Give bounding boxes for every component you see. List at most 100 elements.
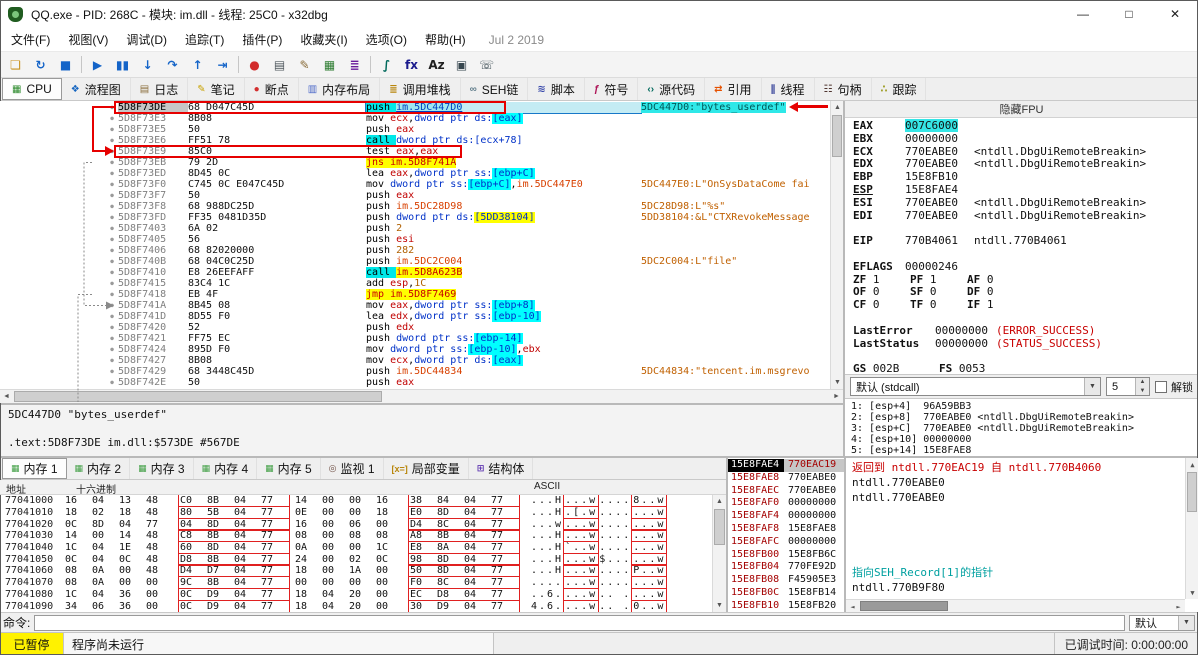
disasm-row[interactable]: ● 5D8F7424 895D F0 mov dword ptr ss:[ebp-10…: [0, 344, 830, 355]
log-button[interactable]: ▤: [267, 53, 292, 76]
stack-row[interactable]: 15E8FAF8 15E8FAE8: [728, 523, 844, 536]
dump-row[interactable]: 77041070 08 0A 00 00 9C 8B 04 77 00 00 00 00 F0 8C 04 77…: [0, 576, 712, 590]
tab-dump-3[interactable]: ▦ 内存 3: [130, 458, 194, 479]
breakpoint-dot-icon[interactable]: ●: [96, 135, 118, 146]
scroll-right-icon[interactable]: ►: [1172, 600, 1185, 613]
breakpoint-dot-icon[interactable]: ●: [96, 223, 118, 234]
scrollbar-thumb[interactable]: [14, 391, 382, 402]
tab-dump-5[interactable]: ▦ 内存 5: [257, 458, 321, 479]
tab-source[interactable]: ‹› 源代码: [638, 78, 706, 100]
stack-row[interactable]: 15E8FB04 770FE92D: [728, 561, 844, 574]
breakpoint-dot-icon[interactable]: ●: [96, 102, 118, 113]
step-out-button[interactable]: ↑: [185, 53, 210, 76]
chevron-down-icon[interactable]: ▼: [1084, 378, 1100, 395]
disasm-vertical-scrollbar[interactable]: ▲ ▼: [830, 101, 843, 389]
tab-memory-map[interactable]: ▥ 内存布局: [299, 78, 381, 100]
menu-item-file[interactable]: 文件(F): [2, 28, 59, 51]
disasm-row[interactable]: ● 5D8F73FD FF35 0481D35D push dword ptr ds:…: [0, 212, 830, 223]
disasm-row[interactable]: ● 5D8F73ED 8D45 0C lea eax,dword ptr ss:[eb…: [0, 168, 830, 179]
stack-row[interactable]: 15E8FAF0 00000000: [728, 497, 844, 510]
tab-references[interactable]: ⇄ 引用: [705, 78, 762, 100]
tab-call-stack[interactable]: ≣ 调用堆栈: [380, 78, 461, 100]
stack-info-vertical-scrollbar[interactable]: ▲ ▼: [1185, 458, 1198, 599]
scrollbar-thumb[interactable]: [1187, 472, 1197, 512]
close-button[interactable]: ✕: [1152, 0, 1198, 28]
breakpoint-dot-icon[interactable]: ●: [96, 300, 118, 311]
breakpoint-dot-icon[interactable]: ●: [96, 212, 118, 223]
functions-button[interactable]: fx: [399, 53, 424, 76]
scroll-left-icon[interactable]: ◄: [846, 600, 859, 613]
disasm-row[interactable]: ● 5D8F7421 FF75 EC push dword ptr ss:[ebp-1…: [0, 333, 830, 344]
spin-up-icon[interactable]: ▲: [1140, 379, 1146, 385]
breakpoint-dot-icon[interactable]: ●: [96, 256, 118, 267]
minimize-button[interactable]: —: [1060, 0, 1106, 28]
pause-button[interactable]: ▮▮: [110, 53, 135, 76]
breakpoint-dot-icon[interactable]: ●: [96, 113, 118, 124]
register-row-EIP[interactable]: EIP 770B4061 ntdll.770B4061: [853, 234, 1198, 248]
breakpoint-dot-icon[interactable]: ●: [96, 124, 118, 135]
tab-breakpoints[interactable]: ● 断点: [245, 78, 299, 100]
breakpoint-dot-icon[interactable]: ●: [96, 168, 118, 179]
tab-trace[interactable]: ∴ 跟踪: [872, 78, 927, 100]
breakpoint-dot-icon[interactable]: ●: [96, 267, 118, 278]
handles-button[interactable]: ☏: [474, 53, 499, 76]
stop-button[interactable]: ■: [53, 53, 78, 76]
dump-row[interactable]: 77041080 1C 04 36 00 0C D9 04 77 18 04 20 00 EC D8 04 77…: [0, 587, 712, 601]
memory-dump-view[interactable]: 地址 十六进制 ASCII 77041000 16 04 13 48 C0 8B 04 77 14…: [0, 480, 726, 612]
disasm-row[interactable]: ● 5D8F7403 6A 02 push 2: [0, 223, 830, 234]
dump-row[interactable]: 77041000 16 04 13 48 C0 8B 04 77 14 00 00 16 38 84 04 77…: [0, 495, 712, 508]
disasm-row[interactable]: ● 5D8F73E6 FF51 78 call dword ptr ds:[ecx+7…: [0, 135, 830, 146]
flag-IF[interactable]: IF 1: [967, 298, 1024, 312]
disasm-horizontal-scrollbar[interactable]: ◄ ►: [0, 389, 843, 403]
tab-struct[interactable]: ⊞ 结构体: [469, 458, 534, 479]
tab-locals[interactable]: [x=] 局部变量: [384, 458, 469, 479]
breakpoint-dot-icon[interactable]: ●: [96, 322, 118, 333]
scrollbar-thumb[interactable]: [714, 509, 725, 545]
disasm-row[interactable]: ● 5D8F7418 EB 4F jmp im.5D8F7469: [0, 289, 830, 300]
tab-script[interactable]: ≋ 脚本: [528, 78, 585, 100]
scroll-up-icon[interactable]: ▲: [1186, 458, 1198, 471]
breakpoint-dot-icon[interactable]: ●: [96, 355, 118, 366]
disasm-row[interactable]: ● 5D8F7429 68 3448C45D push im.5DC44834 5DC4…: [0, 366, 830, 377]
hide-fpu-button[interactable]: 隐藏FPU: [845, 101, 1198, 118]
breakpoint-dot-icon[interactable]: ●: [96, 377, 118, 388]
tab-threads[interactable]: ∥ 线程: [762, 78, 815, 100]
argument-row[interactable]: 5: [esp+14] 15E8FAE8: [851, 445, 1198, 456]
strings-button[interactable]: Az: [424, 53, 449, 76]
disasm-row[interactable]: ● 5D8F73DE 68 D047C45D push im.5DC447D0 5DC4…: [0, 102, 830, 114]
stack-row[interactable]: 15E8FAE8 770EABE0: [728, 472, 844, 485]
script-button[interactable]: ∫: [374, 53, 399, 76]
breakpoint-dot-icon[interactable]: ●: [96, 146, 118, 157]
argument-depth-stepper[interactable]: 5 ▲ ▼: [1106, 377, 1150, 396]
dump-row[interactable]: 77041030 14 00 14 48 C8 8B 04 77 08 00 08 08 A8 8B 04 77…: [0, 529, 712, 543]
stack-row[interactable]: 15E8FB00 15E8FB6C: [728, 549, 844, 562]
breakpoint-dot-icon[interactable]: ●: [96, 234, 118, 245]
tab-watch-1[interactable]: ◎ 监视 1: [321, 458, 384, 479]
scroll-left-icon[interactable]: ◄: [0, 390, 13, 403]
dump-row[interactable]: 77041010 18 02 18 48 80 5B 04 77 0E 00 00 18 E0 8D 04 77…: [0, 506, 712, 520]
argument-row[interactable]: 2: [esp+8] 770EABE0 <ntdll.DbgUiRemoteBr…: [851, 412, 1198, 423]
menu-item-view[interactable]: 视图(V): [59, 28, 117, 51]
run-to-cursor-button[interactable]: ⇥: [210, 53, 235, 76]
argument-row[interactable]: 3: [esp+C] 770EABE0 <ntdll.DbgUiRemoteBr…: [851, 423, 1198, 434]
notes-button[interactable]: ✎: [292, 53, 317, 76]
disasm-row[interactable]: ● 5D8F7406 68 82020000 push 282: [0, 245, 830, 256]
register-row-EFLAGS[interactable]: EFLAGS 00000246: [853, 260, 1198, 274]
breakpoint-dot-icon[interactable]: ●: [96, 311, 118, 322]
stack-row[interactable]: 15E8FB0C 15E8FB14: [728, 587, 844, 600]
disasm-row[interactable]: ● 5D8F741A 8B45 08 mov eax,dword ptr ss:[eb…: [0, 300, 830, 311]
command-profile-select[interactable]: 默认 ▼: [1129, 614, 1195, 631]
tab-seh-chain[interactable]: ∞ SEH链: [461, 78, 529, 100]
disasm-row[interactable]: ● 5D8F7410 E8 26EEFAFF call im.5D8A623B: [0, 267, 830, 278]
scroll-up-icon[interactable]: ▲: [831, 101, 843, 114]
register-row-EDI[interactable]: EDI 770EABE0 <ntdll.DbgUiRemoteBreakin>: [853, 209, 1198, 223]
tab-handles[interactable]: ☷ 句柄: [815, 78, 872, 100]
menu-item-help[interactable]: 帮助(H): [416, 28, 475, 51]
stack-row[interactable]: 15E8FAE4 770EAC19: [728, 459, 844, 472]
tab-symbols[interactable]: ƒ 符号: [585, 78, 639, 100]
scroll-down-icon[interactable]: ▼: [831, 376, 843, 389]
memory-map-button[interactable]: ▦: [317, 53, 342, 76]
stack-row[interactable]: 15E8FAEC 770EABE0: [728, 485, 844, 498]
tab-dump-1[interactable]: ▦ 内存 1: [2, 458, 67, 479]
breakpoint-dot-icon[interactable]: ●: [96, 157, 118, 168]
